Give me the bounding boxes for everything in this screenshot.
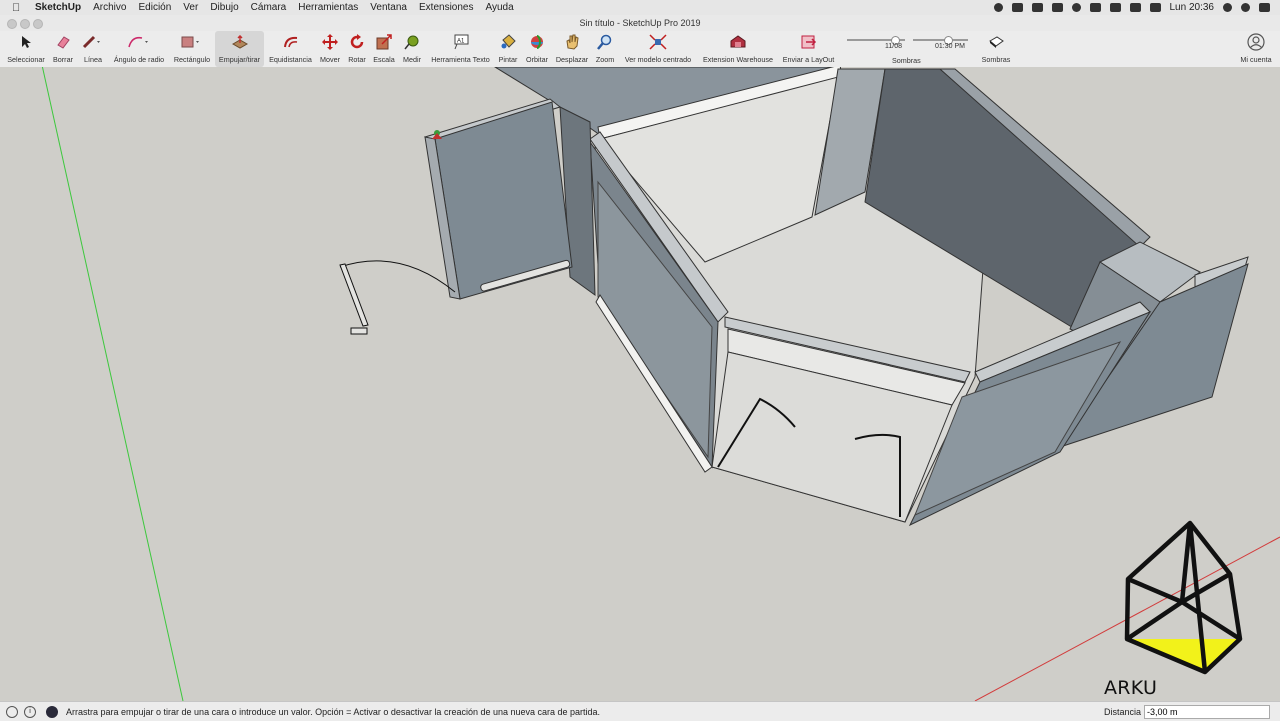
move-icon	[322, 31, 338, 53]
close-window-button[interactable]	[7, 19, 17, 29]
arku-logo	[1124, 520, 1243, 675]
status-menu-extras: Lun 20:36	[993, 0, 1270, 15]
menu-bar:  SketchUp Archivo Edición Ver Dibujo Cá…	[0, 0, 1280, 15]
status-bar: i Arrastra para empujar o tirar de una c…	[0, 701, 1280, 721]
shadow-time: 01:30 PM	[935, 43, 965, 50]
measurements-box: Distancia	[1104, 705, 1270, 719]
menu-dibujo[interactable]: Dibujo	[210, 2, 238, 13]
tool-enviar-a-layout[interactable]: Enviar a LayOut	[780, 31, 837, 67]
modeling-viewport[interactable]: ARKU ARQUITECTURA	[0, 67, 1280, 701]
notification-center-icon[interactable]	[1259, 3, 1270, 12]
tool-ver-modelo-centrado[interactable]: Ver modelo centrado	[620, 31, 696, 67]
record-icon[interactable]	[993, 3, 1003, 12]
tool-seleccionar[interactable]: Seleccionar	[5, 31, 47, 67]
door-leaf-base	[350, 327, 368, 335]
tool-orbitar[interactable]: Orbitar	[523, 31, 551, 67]
tool-extension-warehouse[interactable]: Extension Warehouse	[700, 31, 776, 67]
dropbox-icon[interactable]	[1031, 3, 1043, 12]
measurement-input[interactable]	[1144, 705, 1270, 719]
geolocation-icon[interactable]	[6, 705, 18, 718]
send-to-layout-icon	[800, 31, 818, 53]
shadow-label: Sombras	[892, 56, 921, 65]
orbit-icon	[529, 31, 545, 53]
menu-archivo[interactable]: Archivo	[93, 2, 126, 13]
pan-hand-icon	[564, 31, 580, 53]
menu-ver[interactable]: Ver	[183, 2, 198, 13]
zoom-extents-icon	[649, 31, 667, 53]
spotlight-search-icon[interactable]	[1223, 3, 1232, 12]
volume-icon[interactable]	[1129, 3, 1141, 12]
account-icon	[1247, 31, 1265, 53]
select-arrow-icon	[20, 31, 32, 53]
green-axis	[41, 67, 184, 701]
cloud-icon[interactable]	[1011, 3, 1023, 12]
status-hint: Arrastra para empujar o tirar de una car…	[66, 706, 601, 717]
menu-ayuda[interactable]: Ayuda	[485, 2, 513, 13]
watermark-text: ARKU ARQUITECTURA	[1104, 677, 1256, 701]
info-icon[interactable]: i	[24, 705, 36, 718]
offset-icon	[282, 31, 300, 53]
siri-icon[interactable]	[1241, 3, 1250, 12]
tool-medir[interactable]: Medir	[400, 31, 424, 67]
zoom-window-button[interactable]	[33, 19, 43, 29]
apple-menu-icon[interactable]: 	[12, 2, 26, 14]
scale-icon	[376, 31, 392, 53]
menu-edicion[interactable]: Edición	[138, 2, 171, 13]
tape-measure-icon	[404, 31, 420, 53]
extension-warehouse-icon	[729, 31, 747, 53]
text-tool-icon: A1	[452, 31, 470, 53]
battery-icon[interactable]	[1149, 3, 1161, 12]
minimize-window-button[interactable]	[20, 19, 30, 29]
bluetooth-icon[interactable]	[1089, 3, 1101, 12]
time-slider-track[interactable]	[913, 39, 968, 41]
tool-desplazar[interactable]: Desplazar	[554, 31, 590, 67]
text-tool-badge: A1	[457, 39, 465, 45]
tool-sombras-toggle[interactable]: Sombras	[978, 31, 1014, 67]
my-account-button[interactable]: Mi cuenta	[1236, 31, 1276, 67]
tool-angulo-de-radio[interactable]: Ángulo de radio	[110, 31, 168, 67]
tool-borrar[interactable]: Borrar	[50, 31, 76, 67]
app-menu[interactable]: SketchUp	[35, 2, 81, 13]
display-icon[interactable]	[1051, 3, 1063, 12]
push-pull-icon	[231, 31, 249, 53]
time-machine-icon[interactable]	[1071, 3, 1081, 12]
rotate-icon	[349, 31, 365, 53]
tool-pintar[interactable]: Pintar	[497, 31, 519, 67]
scene-canvas[interactable]	[0, 67, 1280, 701]
window-title: Sin título - SketchUp Pro 2019	[579, 18, 701, 28]
building-model[interactable]	[339, 67, 1249, 527]
tool-rotar[interactable]: Rotar	[346, 31, 368, 67]
shadow-date: 11/08	[885, 43, 902, 50]
door-leaf-sketch	[339, 263, 369, 327]
measurement-label: Distancia	[1103, 707, 1141, 717]
arc-icon	[126, 31, 152, 53]
rectangle-icon	[179, 31, 205, 53]
shadows-toggle-icon	[987, 31, 1005, 53]
instructor-icon[interactable]	[46, 705, 58, 718]
tool-equidistancia[interactable]: Equidistancia	[267, 31, 314, 67]
tool-mover[interactable]: Mover	[318, 31, 342, 67]
wifi-icon[interactable]	[1109, 3, 1121, 12]
tool-zoom[interactable]: Zoom	[594, 31, 616, 67]
door-arc-sketch	[339, 260, 456, 293]
main-toolbar: Seleccionar Borrar Línea Ángulo de radio…	[0, 31, 1280, 68]
tool-empujar-tirar[interactable]: Empujar/tirar	[215, 31, 264, 67]
tool-herramienta-texto[interactable]: A1 Herramienta Texto	[428, 31, 493, 67]
tool-rectangulo[interactable]: Rectángulo	[171, 31, 213, 67]
zoom-icon	[597, 31, 613, 53]
clock[interactable]: Lun 20:36	[1170, 2, 1215, 13]
menu-extensiones[interactable]: Extensiones	[419, 2, 473, 13]
eraser-icon	[55, 31, 71, 53]
menu-herramientas[interactable]: Herramientas	[298, 2, 358, 13]
menu-camara[interactable]: Cámara	[251, 2, 287, 13]
menu-ventana[interactable]: Ventana	[370, 2, 407, 13]
shadow-settings: 11/08 01:30 PM Sombras	[845, 34, 975, 65]
window-title-bar: Sin título - SketchUp Pro 2019	[0, 15, 1280, 31]
tool-escala[interactable]: Escala	[372, 31, 396, 67]
tool-linea[interactable]: Línea	[80, 31, 106, 67]
paint-bucket-icon	[500, 31, 516, 53]
pencil-line-icon	[82, 31, 104, 53]
